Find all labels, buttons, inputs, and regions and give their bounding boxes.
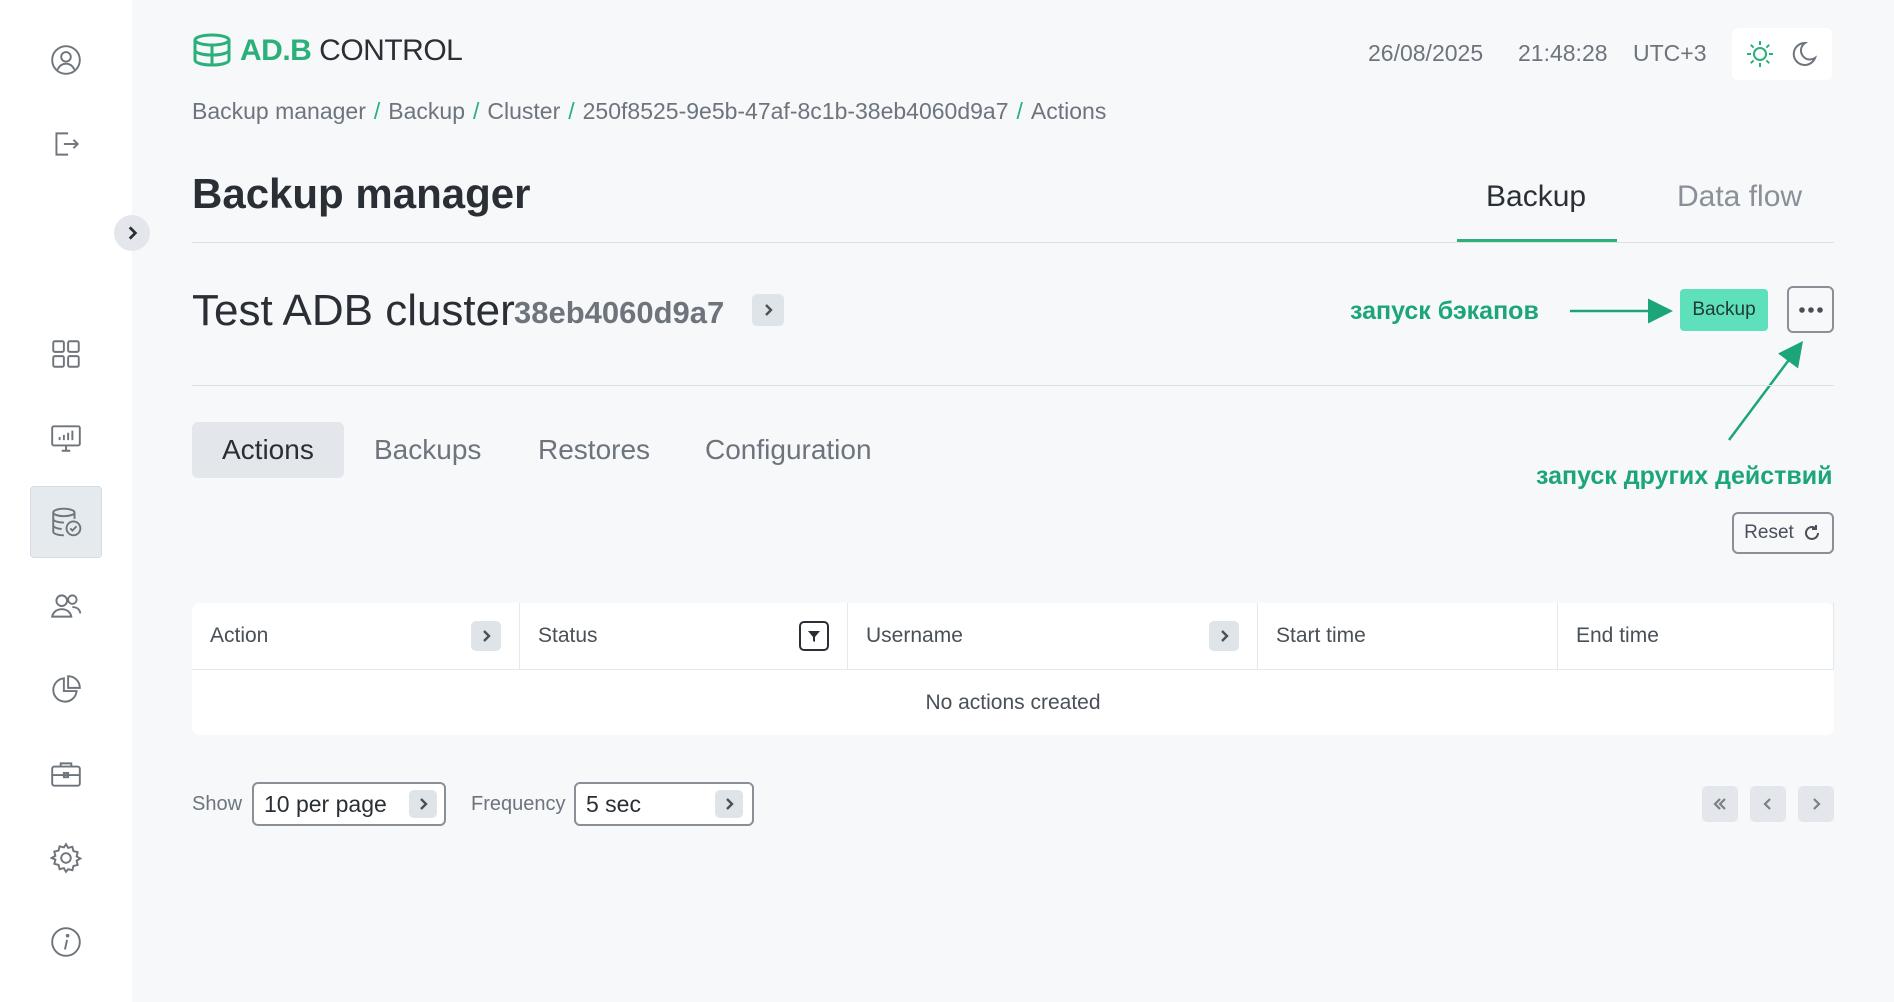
show-label: Show [192,793,243,815]
more-dots-icon [1798,306,1823,313]
column-expand-button[interactable] [1209,621,1239,651]
chevron-right-icon [483,630,491,642]
users-icon[interactable] [30,570,102,642]
reset-button[interactable]: Reset [1732,512,1834,554]
first-page-button[interactable] [1702,786,1738,822]
breadcrumb-item[interactable]: 250f8525-9e5b-47af-8c1b-38eb4060d9a7 [583,98,1009,124]
chevron-right-icon [128,226,138,240]
logo[interactable]: AD.B CONTROL [192,30,463,72]
theme-switcher [1732,28,1832,80]
user-icon[interactable] [30,24,102,96]
column-label: Username [866,624,963,647]
page-size-select[interactable]: 10 per page [252,782,446,826]
actions-table: Action Status Username Start time End ti… [192,603,1834,735]
tab-backup[interactable]: Backup [1486,180,1586,214]
divider [192,242,1834,243]
column-label: Action [210,624,269,647]
chevron-right-icon [409,790,437,818]
filter-icon[interactable] [799,621,829,651]
briefcase-icon[interactable] [30,738,102,810]
chevron-left-icon [1763,798,1771,810]
cluster-details-button[interactable] [752,294,784,326]
info-icon[interactable] [30,906,102,978]
tab-data-flow[interactable]: Data flow [1677,180,1802,214]
header-time: 21:48:28 [1518,40,1608,66]
refresh-icon [1804,525,1819,540]
column-header-start-time[interactable]: Start time [1258,603,1558,669]
column-header-action[interactable]: Action [192,603,520,669]
double-chevron-left-icon [1713,798,1726,810]
cluster-name: Test ADB cluster [192,286,515,335]
header-timezone: UTC+3 [1633,40,1707,66]
dashboard-icon[interactable] [30,318,102,390]
annotation-other-actions: запуск других действий [1536,462,1833,490]
divider [192,385,1834,386]
frequency-label: Frequency [471,793,566,815]
settings-icon[interactable] [30,822,102,894]
breadcrumb-item-current: Actions [1030,98,1107,124]
moon-icon[interactable] [1789,39,1819,69]
sidebar-expand-button[interactable] [114,215,150,251]
page-size-value: 10 per page [264,790,387,817]
subtab-configuration[interactable]: Configuration [675,422,902,478]
breadcrumb-item[interactable]: Backup [388,98,465,124]
breadcrumb-item[interactable]: Cluster [487,98,560,124]
column-label: Start time [1276,624,1366,647]
annotation-backup: запуск бэкапов [1350,297,1539,325]
column-label: End time [1576,624,1659,647]
column-header-end-time[interactable]: End time [1558,603,1834,669]
logo-text: AD.B CONTROL [240,34,463,67]
subtab-restores[interactable]: Restores [508,422,680,478]
subtab-backups[interactable]: Backups [344,422,511,478]
chevron-right-icon [1221,630,1229,642]
sidebar [0,0,132,1002]
next-page-button[interactable] [1798,786,1834,822]
frequency-value: 5 sec [586,790,641,817]
more-actions-button[interactable] [1787,286,1834,333]
adb-logo-icon [193,33,231,67]
column-expand-button[interactable] [471,621,501,651]
subtab-actions[interactable]: Actions [192,422,344,478]
page-title: Backup manager [192,170,531,217]
header-date: 26/08/2025 [1368,40,1484,66]
breadcrumb: Backup manager / Backup / Cluster/250f8525-9… [192,98,1107,124]
empty-message: No actions created [925,690,1101,714]
sun-icon[interactable] [1745,39,1775,69]
annotation-arrows [1570,298,1803,441]
reset-label: Reset [1744,522,1794,543]
monitor-chart-icon[interactable] [30,402,102,474]
chevron-right-icon [715,790,743,818]
backup-button[interactable]: Backup [1680,289,1768,331]
chevron-right-icon [1813,798,1821,810]
cluster-id: 38eb4060d9a7 [514,295,725,330]
prev-page-button[interactable] [1750,786,1786,822]
column-header-username[interactable]: Username [848,603,1258,669]
chevron-right-icon [765,304,773,316]
logout-icon[interactable] [30,108,102,180]
frequency-select[interactable]: 5 sec [574,782,754,826]
database-check-icon[interactable] [30,486,102,558]
column-header-status[interactable]: Status [520,603,848,669]
breadcrumb-item[interactable]: Backup manager [192,98,366,124]
column-label: Status [538,624,598,647]
pie-chart-icon[interactable] [30,654,102,726]
